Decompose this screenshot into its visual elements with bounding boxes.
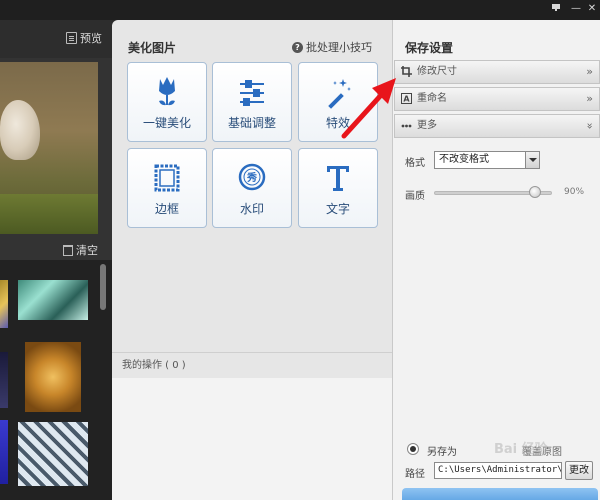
thumbnail-scrollbar[interactable] bbox=[100, 264, 106, 310]
tool-label: 基础调整 bbox=[227, 116, 276, 130]
left-panel: 预览 清空 bbox=[0, 20, 112, 500]
expand-chevron-icon: » bbox=[586, 92, 593, 105]
my-operations-header: 我的操作 ( 0 ) bbox=[112, 352, 392, 378]
sliders-icon bbox=[240, 80, 264, 106]
section-more[interactable]: 更多 » bbox=[394, 114, 600, 138]
thumbnail-list bbox=[0, 260, 112, 500]
thumbnail-5[interactable] bbox=[0, 420, 8, 484]
beautify-panel: 美化图片 ? 批处理小技巧 一键美化 基础调整 特效 边框 秀 水印 文字 我的… bbox=[112, 20, 392, 500]
thumbnail-6[interactable] bbox=[18, 422, 88, 486]
preview-icon bbox=[66, 32, 77, 44]
section-resize-label: 修改尺寸 bbox=[417, 66, 457, 77]
chevron-down-icon[interactable] bbox=[525, 152, 539, 168]
path-input[interactable]: C:\Users\Administrator\Do bbox=[434, 462, 562, 479]
tulip-icon bbox=[159, 77, 175, 106]
close-button[interactable]: ✕ bbox=[584, 2, 600, 16]
thumbnail-2[interactable] bbox=[18, 280, 88, 320]
save-as-label: 另存为 bbox=[427, 447, 457, 458]
tool-label: 一键美化 bbox=[142, 116, 191, 130]
collapse-chevron-icon: » bbox=[583, 122, 597, 130]
tool-effects[interactable]: 特效 bbox=[298, 62, 378, 142]
batch-tips-label: 批处理小技巧 bbox=[306, 41, 372, 54]
preview-button[interactable]: 预览 bbox=[66, 30, 102, 46]
quality-label: 画质 bbox=[405, 191, 425, 202]
tool-watermark[interactable]: 秀 水印 bbox=[212, 148, 292, 228]
tool-label: 特效 bbox=[325, 116, 350, 130]
thumbnail-1[interactable] bbox=[0, 280, 8, 328]
tool-basic-adjust[interactable]: 基础调整 bbox=[212, 62, 292, 142]
wolf-figure bbox=[0, 100, 40, 160]
more-dots-icon bbox=[401, 124, 412, 128]
path-label: 路径 bbox=[405, 469, 425, 480]
text-t-icon bbox=[327, 166, 349, 191]
rename-icon: A bbox=[401, 93, 412, 104]
watermark-stamp-icon: 秀 bbox=[238, 163, 266, 191]
thumbnail-3[interactable] bbox=[0, 352, 8, 408]
magic-wand-icon bbox=[328, 79, 351, 109]
quality-value: 90% bbox=[564, 187, 585, 197]
trash-icon bbox=[63, 244, 73, 256]
format-select[interactable]: 不改变格式 bbox=[434, 151, 540, 169]
svg-text:A: A bbox=[403, 95, 410, 104]
change-path-button[interactable]: 更改 bbox=[565, 461, 593, 480]
my-operations-list bbox=[112, 378, 392, 500]
section-rename-label: 重命名 bbox=[417, 93, 447, 104]
batch-tips-link[interactable]: ? 批处理小技巧 bbox=[292, 39, 372, 55]
question-icon: ? bbox=[292, 41, 303, 53]
save-button[interactable] bbox=[402, 488, 598, 500]
crop-icon bbox=[401, 66, 412, 77]
title-bar: — ✕ bbox=[0, 0, 600, 20]
svg-text:秀: 秀 bbox=[246, 171, 257, 184]
tool-label: 文字 bbox=[325, 202, 350, 216]
preview-image bbox=[0, 62, 98, 234]
tool-frame[interactable]: 边框 bbox=[127, 148, 207, 228]
section-more-label: 更多 bbox=[417, 120, 437, 131]
section-resize[interactable]: 修改尺寸 » bbox=[394, 60, 600, 84]
beautify-title: 美化图片 bbox=[128, 41, 177, 55]
save-as-radio[interactable] bbox=[407, 443, 419, 455]
clear-label: 清空 bbox=[76, 244, 98, 257]
format-label: 格式 bbox=[405, 158, 425, 169]
preview-label: 预览 bbox=[80, 32, 102, 45]
tool-one-click-beautify[interactable]: 一键美化 bbox=[127, 62, 207, 142]
tool-label: 边框 bbox=[154, 202, 179, 216]
format-value: 不改变格式 bbox=[439, 154, 489, 165]
grass-ground bbox=[0, 194, 98, 234]
tool-label: 水印 bbox=[239, 202, 264, 216]
expand-chevron-icon: » bbox=[586, 65, 593, 78]
frame-icon bbox=[154, 164, 180, 192]
save-settings-title: 保存设置 bbox=[405, 41, 454, 55]
baidu-watermark: Bai 经验 bbox=[494, 442, 548, 457]
thumbnail-4[interactable] bbox=[25, 342, 81, 412]
clear-button[interactable]: 清空 bbox=[63, 242, 98, 258]
section-rename[interactable]: A 重命名 » bbox=[394, 87, 600, 111]
menu-icon[interactable] bbox=[548, 2, 564, 16]
minimize-button[interactable]: — bbox=[568, 2, 584, 16]
tool-text[interactable]: 文字 bbox=[298, 148, 378, 228]
